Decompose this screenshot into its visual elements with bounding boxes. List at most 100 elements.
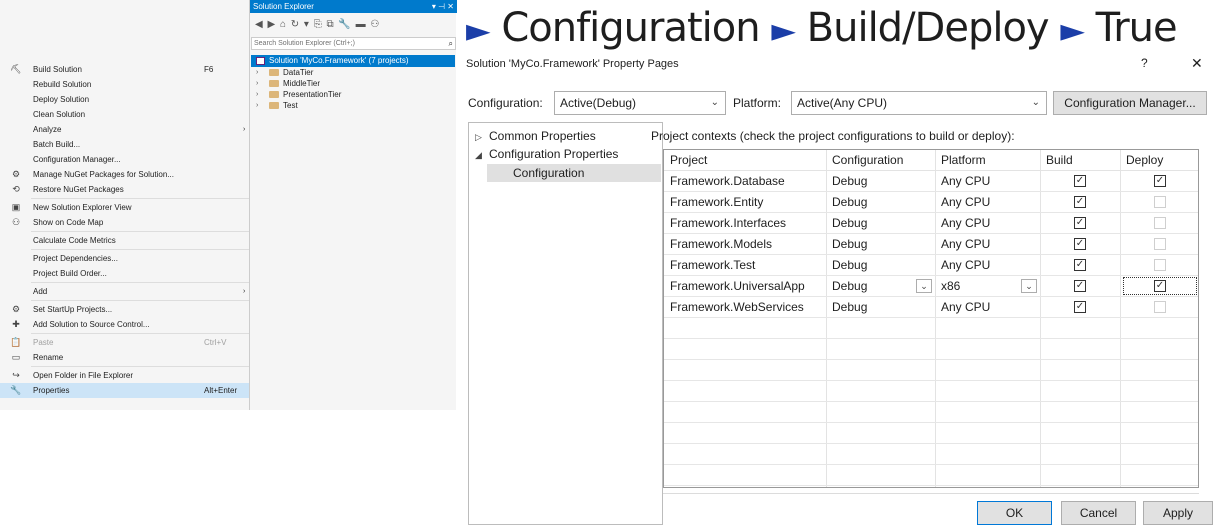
tree-folder-presentationtier[interactable]: › PresentationTier bbox=[250, 89, 454, 100]
solution-explorer-toolbar[interactable]: ◀ ▶ ⌂ ↻ ▾ ⎘ ⧉ 🔧 ▬ ⚇ bbox=[250, 14, 457, 36]
menu-item-paste[interactable]: 📋 Paste Ctrl+V bbox=[0, 335, 256, 350]
headline-part-1: Configuration bbox=[501, 5, 760, 51]
solution-context-menu: ⛏ Build Solution F6 Rebuild Solution Deploy … bbox=[0, 0, 256, 410]
build-checkbox[interactable]: ✓ bbox=[1074, 196, 1086, 208]
deploy-checkbox[interactable]: ✓ bbox=[1154, 175, 1166, 187]
menu-item-project-build-order[interactable]: Project Build Order... bbox=[0, 266, 256, 281]
menu-separator bbox=[31, 282, 256, 283]
tree-folder-middletier[interactable]: › MiddleTier bbox=[250, 78, 454, 89]
build-checkbox[interactable]: ✓ bbox=[1074, 280, 1086, 292]
open-folder-icon: ↪ bbox=[12, 370, 20, 380]
menu-item-show-on-code-map[interactable]: ⚇ Show on Code Map bbox=[0, 215, 256, 230]
deploy-checkbox bbox=[1154, 301, 1166, 313]
tree-folder-datatier[interactable]: › DataTier bbox=[250, 67, 454, 78]
menu-separator bbox=[31, 198, 256, 199]
configuration-value: Debug bbox=[832, 300, 868, 314]
chevron-down-icon[interactable]: ⌄ bbox=[916, 279, 932, 293]
rename-icon: ▭ bbox=[11, 352, 21, 362]
menu-item-new-solution-explorer-view[interactable]: ▣ New Solution Explorer View bbox=[0, 200, 256, 215]
menu-item-analyze[interactable]: Analyze › bbox=[0, 122, 256, 137]
chevron-down-icon[interactable]: ⌄ bbox=[1021, 279, 1037, 293]
ok-button[interactable]: OK bbox=[977, 501, 1052, 525]
build-checkbox[interactable]: ✓ bbox=[1074, 259, 1086, 271]
expand-icon[interactable]: › bbox=[256, 100, 258, 111]
menu-item-label: Paste bbox=[33, 338, 54, 347]
menu-item-build-solution[interactable]: ⛏ Build Solution F6 bbox=[0, 62, 256, 77]
submenu-arrow-icon: › bbox=[243, 126, 246, 133]
menu-item-label: Rename bbox=[33, 353, 64, 362]
menu-item-restore-nuget-packages[interactable]: ⟲ Restore NuGet Packages bbox=[0, 182, 256, 197]
menu-item-clean-solution[interactable]: Clean Solution bbox=[0, 107, 256, 122]
solution-explorer-panel: Solution Explorer ▾ ⊣ ✕ ◀ ▶ ⌂ ↻ ▾ ⎘ ⧉ 🔧 … bbox=[249, 0, 457, 410]
build-checkbox[interactable]: ✓ bbox=[1074, 238, 1086, 250]
property-tree: ▷ Common Properties ◢ Configuration Proper… bbox=[468, 122, 663, 525]
build-checkbox[interactable]: ✓ bbox=[1074, 217, 1086, 229]
configuration-value: Debug bbox=[832, 279, 868, 293]
menu-item-label: Show on Code Map bbox=[33, 218, 104, 227]
platform-cell[interactable]: x86 ⌄ bbox=[935, 276, 1040, 296]
menu-item-rebuild-solution[interactable]: Rebuild Solution bbox=[0, 77, 256, 92]
close-icon[interactable]: ✕ bbox=[1191, 55, 1203, 72]
table-row: Framework.Database Debug Any CPU ✓ ✓ bbox=[664, 171, 1198, 192]
configuration-value: Debug bbox=[832, 258, 868, 272]
platform-value: Any CPU bbox=[941, 216, 991, 230]
cancel-button[interactable]: Cancel bbox=[1061, 501, 1136, 525]
menu-item-set-startup-projects[interactable]: ⚙ Set StartUp Projects... bbox=[0, 302, 256, 317]
menu-item-label: Add Solution to Source Control... bbox=[33, 320, 150, 329]
configuration-value: Debug bbox=[832, 174, 868, 188]
platform-select[interactable]: Active(Any CPU) ⌄ bbox=[791, 91, 1047, 115]
menu-item-manage-nuget-packages-for-solution[interactable]: ⚙ Manage NuGet Packages for Solution... bbox=[0, 167, 256, 182]
build-checkbox[interactable]: ✓ bbox=[1074, 301, 1086, 313]
deploy-checkbox bbox=[1154, 259, 1166, 271]
tree-folder-label: MiddleTier bbox=[283, 79, 321, 88]
source-control-icon: ✚ bbox=[12, 319, 20, 329]
collapse-icon: ◢ bbox=[475, 150, 482, 160]
platform-value: Any CPU bbox=[941, 174, 991, 188]
menu-item-batch-build[interactable]: Batch Build... bbox=[0, 137, 256, 152]
configuration-manager-button[interactable]: Configuration Manager... bbox=[1053, 91, 1207, 115]
platform-value: Any CPU bbox=[941, 237, 991, 251]
tree-item-configuration[interactable]: Configuration bbox=[487, 164, 661, 182]
apply-button[interactable]: Apply bbox=[1143, 501, 1213, 525]
solution-root-node[interactable]: Solution 'MyCo.Framework' (7 projects) bbox=[251, 55, 455, 67]
gear-icon: ⚙ bbox=[11, 304, 21, 314]
folder-icon bbox=[269, 102, 279, 109]
menu-item-open-folder-in-file-explorer[interactable]: ↪ Open Folder in File Explorer bbox=[0, 368, 256, 383]
menu-item-add[interactable]: Add › bbox=[0, 284, 256, 299]
table-row: Framework.Interfaces Debug Any CPU ✓ bbox=[664, 213, 1198, 234]
menu-item-properties[interactable]: 🔧 Properties Alt+Enter bbox=[0, 383, 256, 398]
platform-value: Any CPU bbox=[941, 195, 991, 209]
solution-explorer-title: Solution Explorer bbox=[253, 2, 314, 11]
tree-item-configuration-properties[interactable]: ◢ Configuration Properties bbox=[475, 147, 618, 161]
menu-item-add-solution-to-source-control[interactable]: ✚ Add Solution to Source Control... bbox=[0, 317, 256, 332]
menu-item-configuration-manager[interactable]: Configuration Manager... bbox=[0, 152, 256, 167]
column-header-platform: Platform bbox=[941, 153, 986, 167]
menu-item-project-dependencies[interactable]: Project Dependencies... bbox=[0, 251, 256, 266]
solution-explorer-search-input[interactable]: Search Solution Explorer (Ctrl+;) ⌕ bbox=[251, 37, 456, 50]
configuration-select[interactable]: Active(Debug) ⌄ bbox=[554, 91, 726, 115]
tree-item-common-properties[interactable]: ▷ Common Properties bbox=[475, 129, 596, 143]
configuration-cell[interactable]: Debug ⌄ bbox=[826, 276, 935, 296]
deploy-checkbox[interactable]: ✓ bbox=[1154, 280, 1166, 292]
expand-icon[interactable]: › bbox=[256, 78, 258, 89]
project-name-cell: Framework.Models bbox=[670, 237, 773, 251]
tree-item-label: Configuration bbox=[513, 166, 585, 180]
table-row: Framework.UniversalApp Debug ⌄ x86 ⌄ ✓ ✓ bbox=[664, 276, 1198, 297]
nuget-icon: ⚙ bbox=[11, 169, 21, 179]
menu-item-calculate-code-metrics[interactable]: Calculate Code Metrics bbox=[0, 233, 256, 248]
help-button[interactable]: ? bbox=[1141, 56, 1148, 70]
menu-separator bbox=[31, 300, 256, 301]
arrow-icon: ► bbox=[1060, 11, 1085, 49]
tree-folder-test[interactable]: › Test bbox=[250, 100, 454, 111]
search-icon[interactable]: ⌕ bbox=[449, 38, 453, 49]
column-header-configuration: Configuration bbox=[832, 153, 904, 167]
menu-item-label: Properties bbox=[33, 386, 70, 395]
expand-icon[interactable]: › bbox=[256, 89, 258, 100]
build-checkbox[interactable]: ✓ bbox=[1074, 175, 1086, 187]
empty-table-row bbox=[664, 444, 1198, 465]
configuration-value: Debug bbox=[832, 216, 868, 230]
expand-icon[interactable]: › bbox=[256, 67, 258, 78]
menu-item-deploy-solution[interactable]: Deploy Solution bbox=[0, 92, 256, 107]
menu-item-rename[interactable]: ▭ Rename bbox=[0, 350, 256, 365]
panel-window-controls[interactable]: ▾ ⊣ ✕ bbox=[432, 0, 454, 13]
